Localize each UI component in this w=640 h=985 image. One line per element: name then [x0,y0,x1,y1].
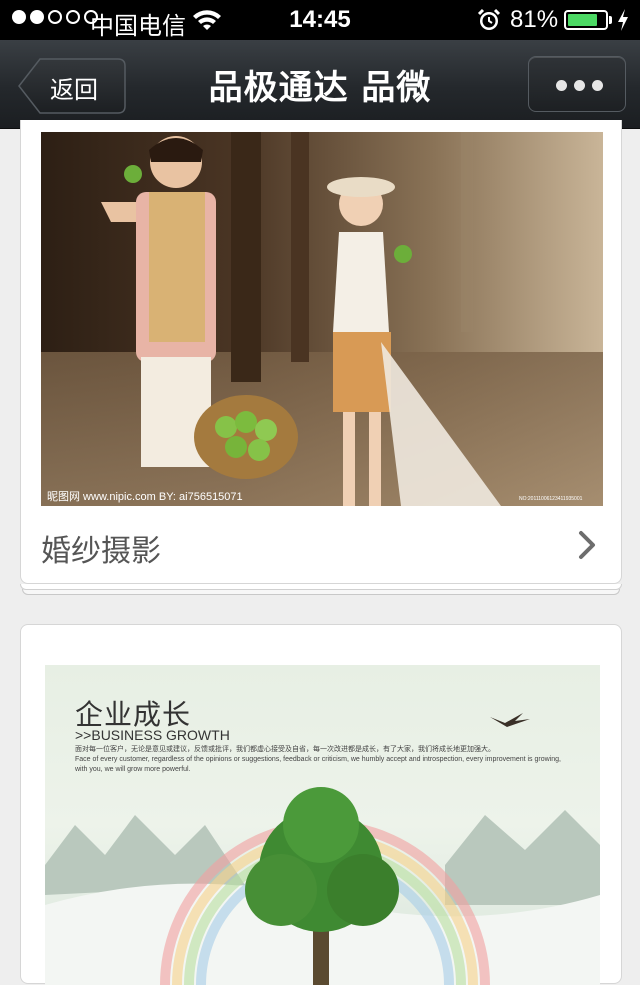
alarm-icon [477,8,501,30]
image-caption: 面对每一位客户，无论是意见或建议，反馈或批评，我们都虚心接受及自省，每一次改进都… [75,745,575,775]
battery-icon [564,10,608,30]
image-caption-cn: 面对每一位客户，无论是意见或建议，反馈或批评，我们都虚心接受及自省，每一次改进都… [75,746,495,753]
photo-watermark: 昵图网 www.nipic.com BY: ai756515071 [47,490,243,503]
image-caption-en: Face of every customer, regardless of th… [75,756,561,773]
business-growth-image: 企业成长 >>BUSINESS GROWTH 面对每一位客户，无论是意见或建议，… [45,665,600,985]
battery-tip [609,16,612,24]
card-title: 婚纱摄影 [41,534,161,569]
status-bar: 中国电信 14:45 81% [0,0,640,40]
charging-icon [618,9,628,31]
ellipsis-icon [556,80,603,91]
card-stack-edge [20,584,622,590]
image-subtitle: >>BUSINESS GROWTH [75,727,230,743]
wedding-photo: 昵图网 www.nipic.com BY: ai756515071 NO:201… [41,132,603,506]
navigation-bar: 返回 品极通达 品微 [0,40,640,129]
more-button[interactable] [528,56,626,112]
photo-watermark-number: NO:20111006123411935001 [519,496,583,502]
wedding-photo-card[interactable]: 昵图网 www.nipic.com BY: ai756515071 NO:201… [20,120,622,584]
business-growth-card[interactable]: 企业成长 >>BUSINESS GROWTH 面对每一位客户，无论是意见或建议，… [20,624,622,985]
chevron-right-icon [579,531,595,559]
battery-fill [568,14,598,26]
battery-percent: 81% [510,6,559,33]
